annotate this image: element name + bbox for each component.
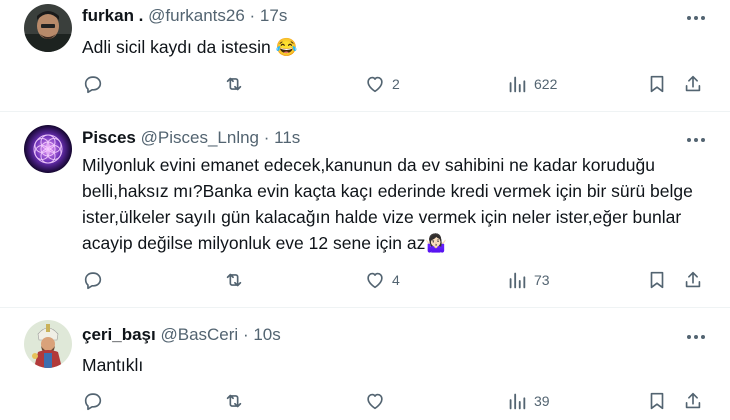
analytics-icon — [509, 76, 526, 93]
share-icon — [685, 75, 701, 92]
heart-icon — [367, 272, 383, 289]
more-options-button[interactable] — [684, 327, 708, 347]
tweet-text: Adli sicil kaydı da istesin 😂 — [82, 37, 298, 57]
avatar[interactable] — [24, 4, 72, 52]
views-button[interactable]: 39 — [506, 390, 550, 412]
user-handle[interactable]: @Pisces_Lnlng — [141, 128, 259, 147]
share-button[interactable] — [682, 390, 704, 412]
user-handle[interactable]: @BasCeri — [160, 325, 238, 344]
bookmark-icon — [650, 271, 664, 289]
share-icon — [685, 392, 701, 409]
tweet-text: Mantıklı — [82, 355, 144, 375]
ellipsis-icon — [687, 16, 705, 20]
analytics-icon — [509, 272, 526, 289]
user-handle[interactable]: @furkants26 — [148, 6, 245, 25]
view-count: 622 — [534, 76, 558, 92]
view-count: 39 — [534, 393, 550, 409]
heart-icon — [367, 76, 383, 93]
tweet-text: Milyonluk evini emanet edecek,kanunun da… — [82, 155, 693, 253]
reply-button[interactable] — [82, 269, 104, 291]
separator-dot: · — [249, 6, 256, 25]
tweet-3[interactable]: çeri_başı @BasCeri · 10s Mantıklı 39 — [0, 308, 730, 420]
retweet-button[interactable] — [222, 73, 246, 95]
flower-of-life-icon — [24, 125, 72, 173]
bookmark-icon — [650, 75, 664, 93]
action-bar: 4 73 — [0, 269, 730, 293]
tweet-header: çeri_başı @BasCeri · 10s — [82, 325, 281, 345]
tweet-header: furkan . @furkants26 · 17s — [82, 6, 287, 26]
retweet-button[interactable] — [222, 390, 246, 412]
reply-icon — [84, 393, 102, 411]
janissary-figure-icon — [24, 320, 72, 368]
display-name[interactable]: çeri_başı — [82, 325, 156, 344]
ellipsis-icon — [687, 335, 705, 339]
views-button[interactable]: 622 — [506, 73, 557, 95]
avatar[interactable] — [24, 125, 72, 173]
bookmark-icon — [650, 392, 664, 410]
analytics-icon — [509, 393, 526, 410]
reply-icon — [84, 76, 102, 94]
tweet-1[interactable]: furkan . @furkants26 · 17s Adli sicil ka… — [0, 0, 730, 108]
reply-button[interactable] — [82, 390, 104, 412]
retweet-icon — [226, 394, 242, 408]
retweet-button[interactable] — [222, 269, 246, 291]
bookmark-button[interactable] — [646, 269, 668, 291]
person-photo-icon — [24, 4, 72, 52]
more-options-button[interactable] — [684, 130, 708, 150]
separator-dot: · — [263, 128, 270, 147]
like-button[interactable] — [364, 390, 392, 412]
action-bar: 39 — [0, 390, 730, 414]
views-button[interactable]: 73 — [506, 269, 550, 291]
retweet-icon — [226, 273, 242, 287]
timestamp[interactable]: 10s — [253, 325, 280, 344]
ellipsis-icon — [687, 138, 705, 142]
bookmark-button[interactable] — [646, 73, 668, 95]
share-button[interactable] — [682, 269, 704, 291]
like-count: 2 — [392, 76, 400, 92]
like-button[interactable]: 4 — [364, 269, 400, 291]
reply-icon — [84, 272, 102, 290]
tweet-2[interactable]: Pisces @Pisces_Lnlng · 11s Milyonluk evi… — [0, 112, 730, 306]
more-options-button[interactable] — [684, 8, 708, 28]
view-count: 73 — [534, 272, 550, 288]
tweet-header: Pisces @Pisces_Lnlng · 11s — [82, 128, 300, 148]
retweet-icon — [226, 77, 242, 91]
share-icon — [685, 271, 701, 288]
timestamp[interactable]: 17s — [260, 6, 287, 25]
display-name[interactable]: Pisces — [82, 128, 136, 147]
heart-icon — [367, 393, 383, 410]
share-button[interactable] — [682, 73, 704, 95]
like-count: 4 — [392, 272, 400, 288]
like-button[interactable]: 2 — [364, 73, 400, 95]
action-bar: 2 622 — [0, 73, 730, 97]
display-name[interactable]: furkan . — [82, 6, 143, 25]
bookmark-button[interactable] — [646, 390, 668, 412]
timestamp[interactable]: 11s — [274, 128, 300, 147]
avatar[interactable] — [24, 320, 72, 368]
reply-button[interactable] — [82, 73, 104, 95]
separator-dot: · — [242, 325, 249, 344]
